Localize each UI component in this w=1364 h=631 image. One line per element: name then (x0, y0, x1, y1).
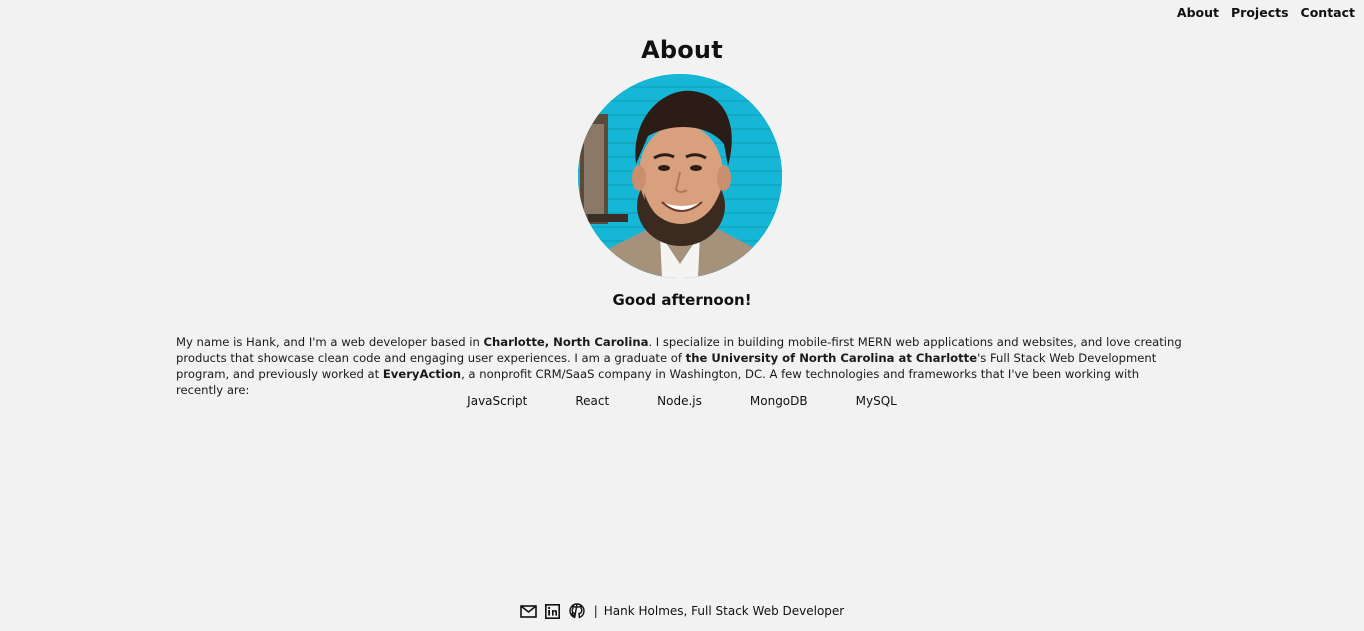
footer-separator: | (593, 604, 598, 618)
bio-text-1: My name is Hank, and I'm a web developer… (176, 334, 484, 349)
footer: | Hank Holmes, Full Stack Web Developer (0, 602, 1364, 620)
github-icon[interactable] (568, 602, 586, 620)
greeting: Good afternoon! (612, 291, 752, 309)
page: About Projects Contact About Good aftern… (0, 0, 1364, 631)
nav-link-projects[interactable]: Projects (1231, 5, 1289, 20)
footer-credit: Hank Holmes, Full Stack Web Developer (603, 604, 845, 618)
tech-item-mysql: MySQL (855, 394, 897, 408)
tech-item-javascript: JavaScript (467, 394, 528, 408)
tech-item-mongodb: MongoDB (749, 394, 808, 408)
mail-icon[interactable] (520, 602, 538, 620)
bio-school: the University of North Carolina at Char… (685, 350, 978, 365)
technologies-list: JavaScript React Node.js MongoDB MySQL (0, 394, 1364, 408)
tech-item-react: React (575, 394, 610, 408)
top-nav: About Projects Contact (1177, 5, 1355, 20)
page-title: About (641, 36, 723, 64)
tech-item-nodejs: Node.js (657, 394, 702, 408)
nav-link-about[interactable]: About (1177, 5, 1219, 20)
profile-photo (578, 74, 782, 278)
nav-link-contact[interactable]: Contact (1301, 5, 1355, 20)
bio-paragraph: My name is Hank, and I'm a web developer… (176, 334, 1184, 398)
linkedin-icon[interactable] (544, 602, 562, 620)
bio-location: Charlotte, North Carolina (483, 334, 649, 349)
bio-company: EveryAction (382, 366, 462, 381)
